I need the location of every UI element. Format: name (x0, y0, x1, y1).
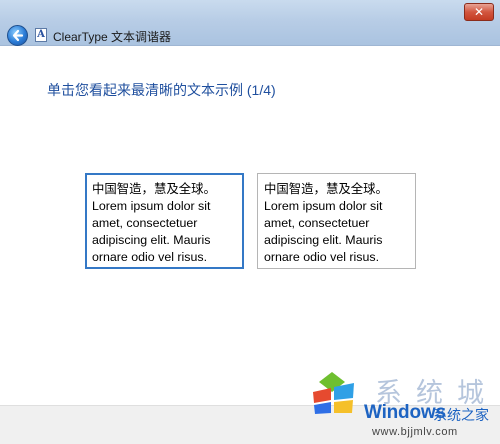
window-titlebar: ✕ A ClearType 文本调谐器 (0, 0, 500, 46)
sample-line: adipiscing elit. Mauris (92, 233, 211, 247)
sample-line: adipiscing elit. Mauris (264, 233, 383, 247)
back-button[interactable] (7, 25, 28, 46)
page-heading: 单击您看起来最清晰的文本示例 (1/4) (47, 82, 276, 98)
back-arrow-icon (12, 29, 24, 42)
watermark-url: www.bjjmlv.com (372, 426, 458, 438)
window-title: ClearType 文本调谐器 (53, 30, 172, 44)
sample-line: ornare odio vel risus. (92, 250, 208, 264)
sample-line: Lorem ipsum dolor sit (92, 199, 211, 213)
cleartype-app-icon: A (35, 28, 47, 42)
sample-line: ornare odio vel risus. (264, 250, 380, 264)
sample-line: 中国智造，慧及全球。 (92, 182, 216, 196)
text-sample-1[interactable]: 中国智造，慧及全球。 Lorem ipsum dolor sit amet, c… (85, 173, 244, 269)
watermark-brand-cn: 系统之家 (433, 408, 489, 424)
windows-logo-icon (313, 372, 354, 414)
close-icon: ✕ (473, 5, 485, 19)
close-button[interactable]: ✕ (464, 3, 494, 21)
sample-line: 中国智造，慧及全球。 (264, 182, 388, 196)
sample-line: Lorem ipsum dolor sit (264, 199, 383, 213)
sample-line: amet, consectetuer (92, 216, 198, 230)
text-sample-2[interactable]: 中国智造，慧及全球。 Lorem ipsum dolor sit amet, c… (257, 173, 416, 269)
sample-line: amet, consectetuer (264, 216, 370, 230)
